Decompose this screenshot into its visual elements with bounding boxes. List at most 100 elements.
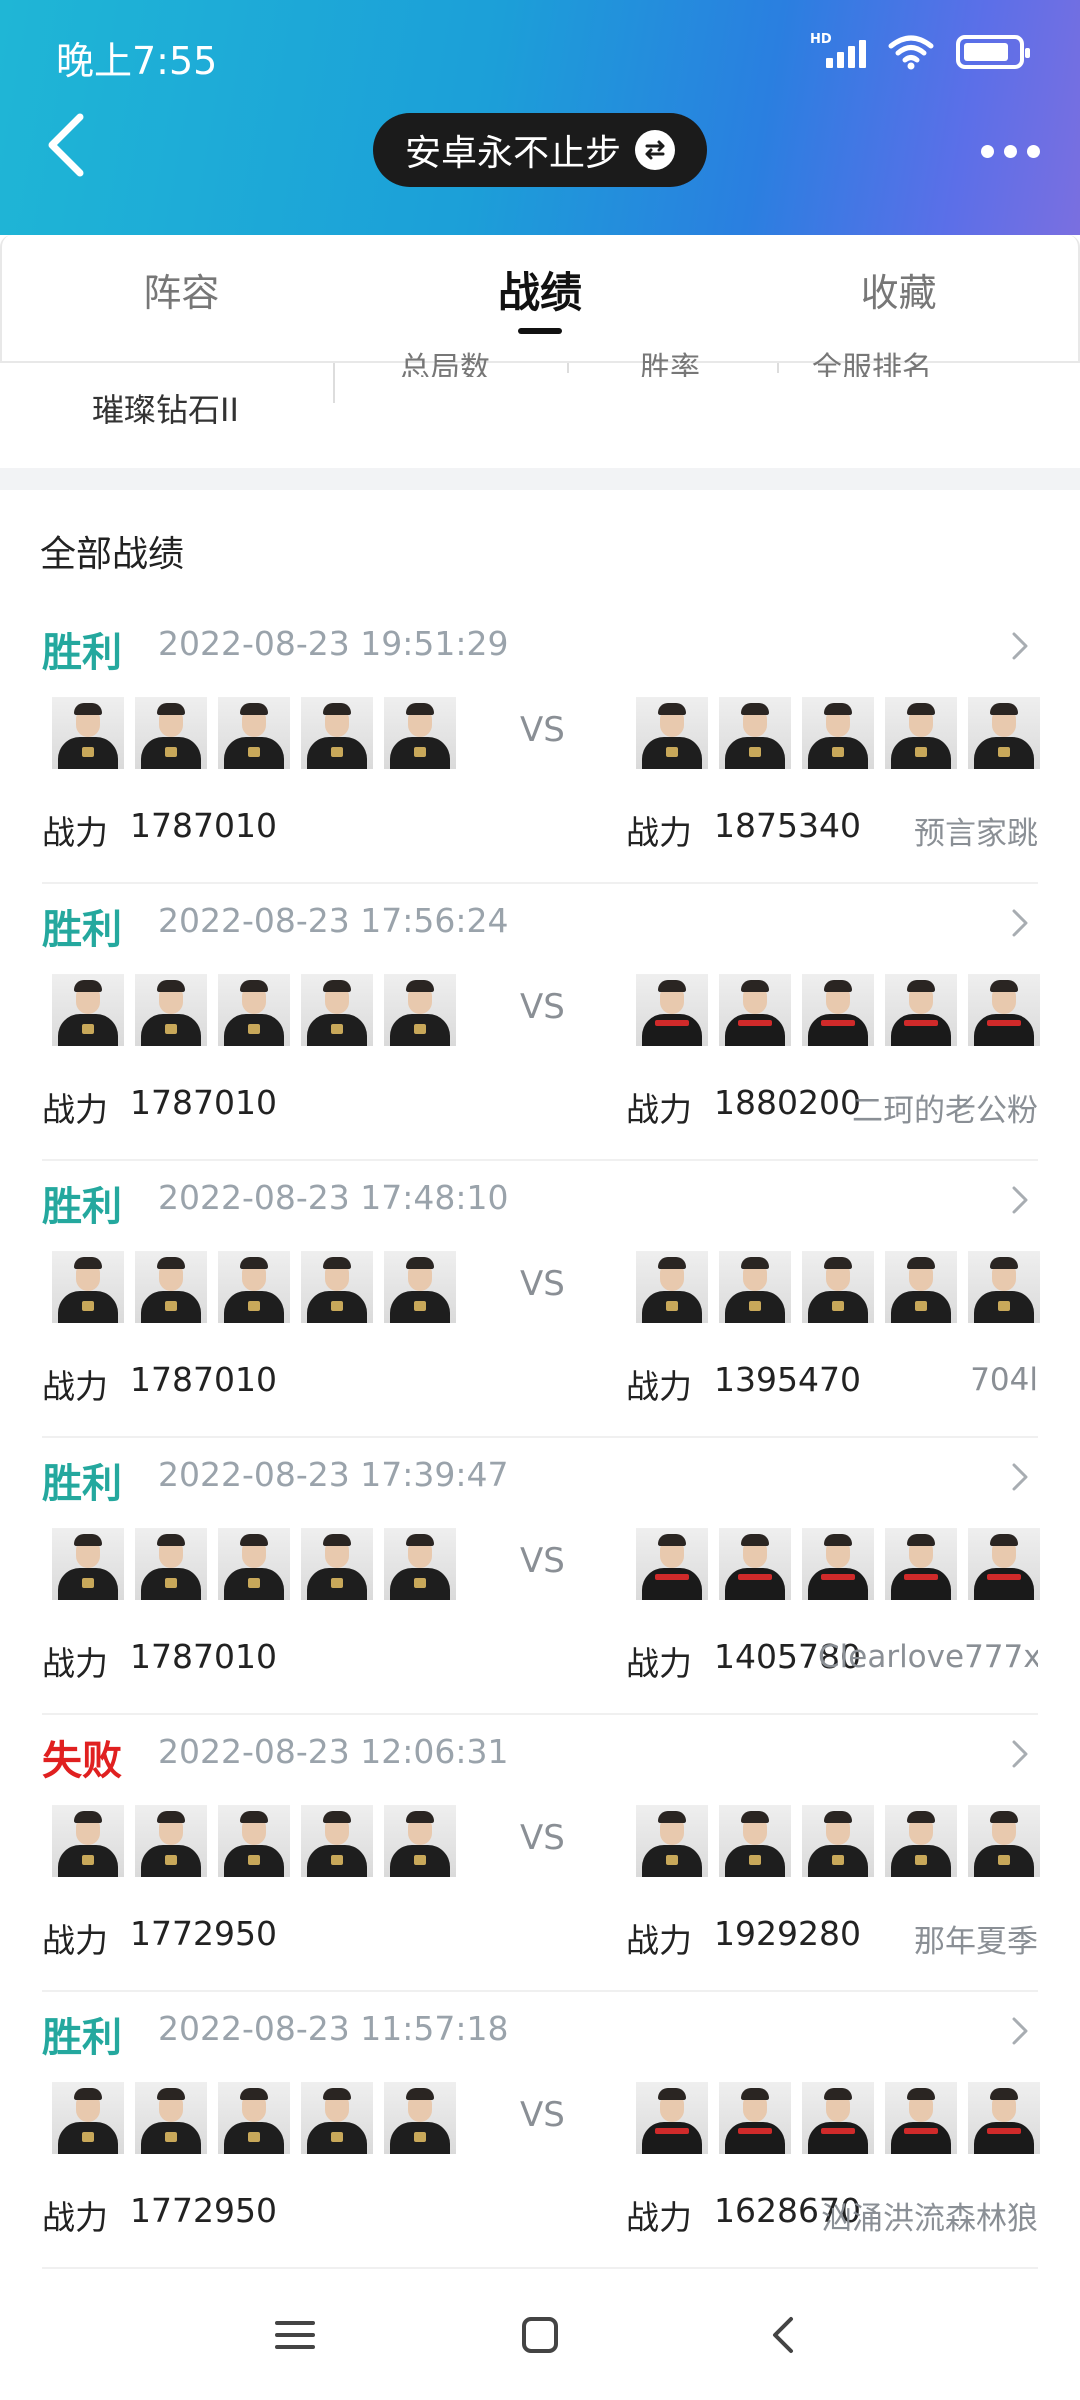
app-header: 晚上7:55 HD 安卓永不止步 <box>0 0 1080 235</box>
player-avatar <box>719 697 791 769</box>
account-switcher[interactable]: 安卓永不止步 <box>373 113 707 187</box>
power-label: 战力 <box>626 2198 692 2237</box>
power-label: 战力 <box>42 1921 108 1960</box>
own-power: 战力 1772950 <box>42 2191 277 2239</box>
wifi-icon <box>888 35 934 70</box>
match-row[interactable]: 失败 2022-08-23 12:06:31 VS 战力 1772950 战力 192928… <box>0 1728 1080 2005</box>
player-avatar <box>384 1528 456 1600</box>
own-power: 战力 1787010 <box>42 1083 277 1131</box>
player-avatar <box>885 1805 957 1877</box>
player-avatar <box>719 1251 791 1323</box>
player-avatar <box>636 697 708 769</box>
vs-label: VS <box>520 710 565 750</box>
player-avatar <box>968 1805 1040 1877</box>
row-divider <box>42 1713 1038 1715</box>
player-avatar <box>802 2082 874 2154</box>
home-icon[interactable] <box>510 2305 570 2365</box>
account-title: 安卓永不止步 <box>404 133 621 174</box>
player-avatar <box>968 697 1040 769</box>
chevron-right-icon[interactable] <box>1004 1451 1038 1503</box>
power-value: 1875340 <box>714 806 861 845</box>
power-value: 1929280 <box>714 1914 861 1953</box>
opponent-player-name: 那年夏季 <box>914 1924 1038 1960</box>
opponent-team-avatars <box>636 1805 1040 1877</box>
player-avatar <box>135 1528 207 1600</box>
player-avatar <box>719 1805 791 1877</box>
divider <box>333 363 335 403</box>
player-avatar <box>384 2082 456 2154</box>
opponent-player-name: Clearlove777x <box>818 1639 1038 1675</box>
own-team-avatars <box>52 1528 456 1600</box>
opponent-team-avatars <box>636 2082 1040 2154</box>
player-avatar <box>885 974 957 1046</box>
menu-icon[interactable] <box>265 2305 325 2365</box>
match-row[interactable]: 胜利 2022-08-23 19:51:29 VS 战力 1787010 战力 187534… <box>0 620 1080 897</box>
opponent-player-name: 二珂的老公粉 <box>852 1093 1038 1129</box>
row-divider <box>42 2267 1038 2269</box>
signal-icon: HD <box>810 32 866 72</box>
player-avatar <box>384 697 456 769</box>
row-divider <box>42 1990 1038 1992</box>
match-time: 2022-08-23 19:51:29 <box>158 624 509 663</box>
own-team-avatars <box>52 697 456 769</box>
player-avatar <box>719 2082 791 2154</box>
chevron-right-icon[interactable] <box>1004 1728 1038 1780</box>
rank-value: 璀璨钻石II <box>92 391 239 429</box>
player-avatar <box>218 974 290 1046</box>
player-avatar <box>885 2082 957 2154</box>
power-value: 1787010 <box>130 1637 277 1676</box>
player-avatar <box>384 1251 456 1323</box>
power-label: 战力 <box>42 1090 108 1129</box>
player-avatar <box>218 1528 290 1600</box>
player-avatar <box>636 1251 708 1323</box>
player-avatar <box>968 974 1040 1046</box>
match-row[interactable]: 胜利 2022-08-23 17:48:10 VS 战力 1787010 战力 139547… <box>0 1174 1080 1451</box>
power-value: 1772950 <box>130 2191 277 2230</box>
back-button[interactable] <box>38 105 98 185</box>
player-avatar <box>135 2082 207 2154</box>
match-time: 2022-08-23 11:57:18 <box>158 2009 509 2048</box>
match-row[interactable]: 胜利 2022-08-23 11:57:18 VS 战力 1772950 战力 162867… <box>0 2005 1080 2282</box>
section-title: 全部战绩 <box>40 534 185 575</box>
player-avatar <box>968 1528 1040 1600</box>
battery-icon <box>956 35 1030 69</box>
match-row[interactable]: 胜利 2022-08-23 17:39:47 VS 战力 1787010 战力 140578… <box>0 1451 1080 1728</box>
opponent-power: 战力 1929280 <box>626 1914 861 1962</box>
status-icons: HD <box>810 32 1030 72</box>
status-time: 晚上7:55 <box>56 39 218 83</box>
player-avatar <box>218 1251 290 1323</box>
chevron-right-icon[interactable] <box>1004 897 1038 949</box>
player-avatar <box>719 1528 791 1600</box>
player-avatar <box>301 2082 373 2154</box>
section-gap <box>0 468 1080 490</box>
back-icon[interactable] <box>755 2305 815 2365</box>
vs-label: VS <box>520 1264 565 1304</box>
power-label: 战力 <box>626 1644 692 1683</box>
match-time: 2022-08-23 17:39:47 <box>158 1455 509 1494</box>
chevron-right-icon[interactable] <box>1004 1174 1038 1226</box>
match-result: 失败 <box>42 1738 122 1784</box>
player-avatar <box>301 1528 373 1600</box>
stat-label-rank: 全服排名 <box>812 351 932 377</box>
power-value: 1772950 <box>130 1914 277 1953</box>
opponent-player-name: 704l <box>970 1362 1038 1398</box>
tab-lineup[interactable]: 阵容 <box>61 234 301 362</box>
player-avatar <box>885 1528 957 1600</box>
power-label: 战力 <box>626 813 692 852</box>
player-avatar <box>218 697 290 769</box>
player-avatar <box>135 1251 207 1323</box>
chevron-right-icon[interactable] <box>1004 620 1038 672</box>
player-avatar <box>802 1805 874 1877</box>
player-avatar <box>135 974 207 1046</box>
player-avatar <box>52 697 124 769</box>
match-row[interactable]: 胜利 2022-08-23 17:56:24 VS 战力 1787010 战力 188020… <box>0 897 1080 1174</box>
more-button[interactable] <box>981 145 1040 158</box>
power-value: 1787010 <box>130 1083 277 1122</box>
row-divider <box>42 882 1038 884</box>
player-avatar <box>52 974 124 1046</box>
own-power: 战力 1787010 <box>42 1637 277 1685</box>
chevron-right-icon[interactable] <box>1004 2005 1038 2057</box>
player-avatar <box>885 1251 957 1323</box>
player-avatar <box>802 974 874 1046</box>
more-icon-dot <box>1004 145 1017 158</box>
